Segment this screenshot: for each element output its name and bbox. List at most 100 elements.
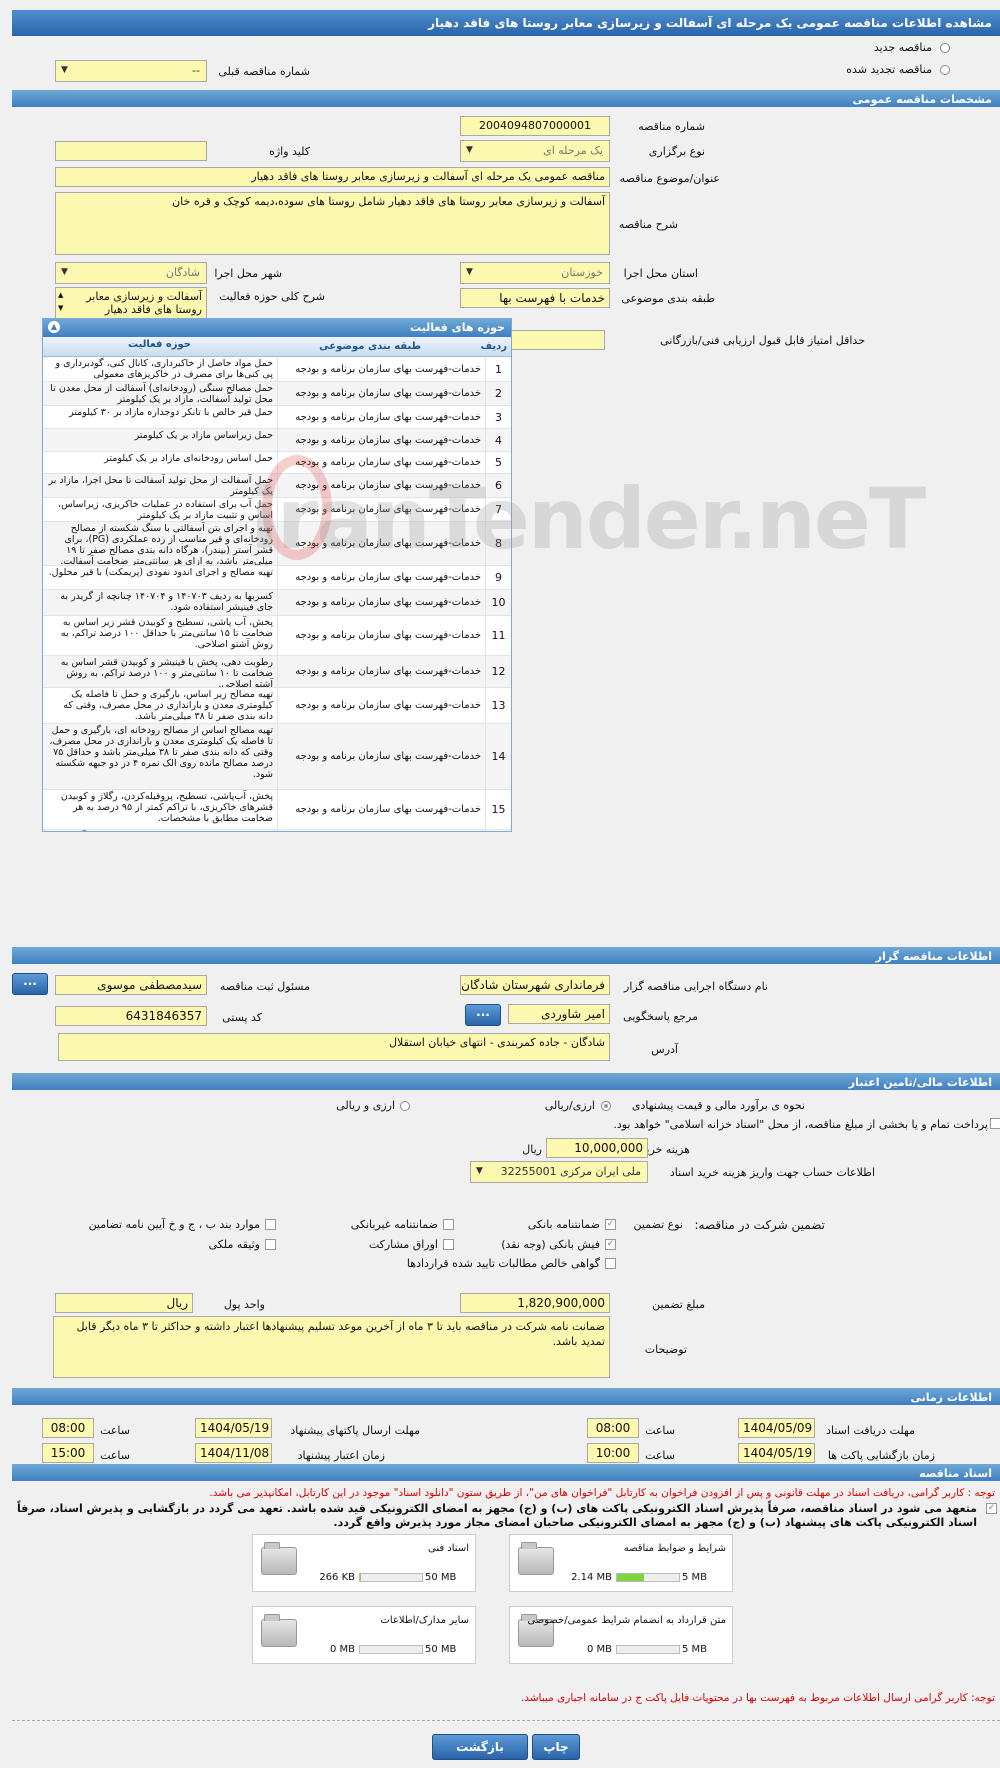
file-box[interactable]: شرایط و ضوابط مناقصه 5 MB 2.14 MB bbox=[509, 1534, 733, 1592]
file-max: 5 MB bbox=[682, 1644, 708, 1655]
row-field: حمل مواد حاصل از خاکبرداری، کانال کنی، گ… bbox=[55, 358, 273, 380]
postal-field: 6431846357 bbox=[55, 1006, 207, 1026]
amount-field: 1,820,900,000 bbox=[460, 1293, 610, 1313]
account-select[interactable]: ملی ایران مرکزی 32255001 ▼ bbox=[470, 1161, 648, 1183]
chevron-down-icon: ▼ bbox=[476, 1166, 483, 1176]
tender-number-label: شماره مناقصه bbox=[638, 120, 705, 133]
row-field: حمل آب برای استفاده در عملیات خاکریزی، ز… bbox=[58, 499, 273, 521]
docs-note: توجه : کاربر گرامی، دریافت اسناد در مهلت… bbox=[209, 1487, 995, 1499]
general-header: مشخصات مناقصه عمومی bbox=[12, 90, 1000, 107]
activity-grid: حوزه های فعالیت ▲ ردیف طبقه بندی موضوعی ح… bbox=[42, 318, 512, 832]
tender-number-field: 2004094807000001 bbox=[460, 116, 610, 136]
reference-label: مرجع پاسخگویی bbox=[623, 1010, 698, 1023]
file-name: سایر مدارک/اطلاعات bbox=[380, 1615, 469, 1626]
divider bbox=[12, 1720, 1000, 1721]
keyword-field[interactable] bbox=[55, 141, 207, 161]
file-max: 50 MB bbox=[425, 1644, 457, 1655]
watermark-logo bbox=[262, 455, 332, 560]
guarantee-checkbox[interactable] bbox=[443, 1219, 454, 1230]
open-label: زمان بازگشایی پاکت ها bbox=[827, 1449, 935, 1462]
row-field: پخش، آب پاشی، تسطیح و کوبیدن قشر زیر اسا… bbox=[60, 617, 273, 650]
organizer-header: اطلاعات مناقصه گزار bbox=[12, 947, 1000, 964]
open-time: 10:00 bbox=[587, 1443, 639, 1463]
guarantee-checkbox[interactable]: ✓ bbox=[605, 1219, 616, 1230]
reference-more-button[interactable]: ... bbox=[465, 1004, 501, 1026]
file-box[interactable]: اسناد فنی 50 MB 266 KB bbox=[252, 1534, 476, 1592]
scroll-arrows-icon: ▲ ▼ bbox=[58, 291, 64, 312]
row-field: تهیه و اجرای بتن آسفالتی با سنگ شکسته از… bbox=[60, 523, 273, 565]
valid-date: 1404/11/08 bbox=[195, 1443, 272, 1463]
folder-icon bbox=[261, 1614, 297, 1647]
row-category: خدمات-فهرست بهای سازمان برنامه و بودجه bbox=[277, 656, 485, 687]
commit-text: متعهد می شود در اسناد مناقصه، صرفاً پذیر… bbox=[17, 1502, 977, 1529]
rial-fx-label: ارزی/ریالی bbox=[544, 1099, 595, 1112]
guarantee-checkbox[interactable] bbox=[605, 1258, 616, 1269]
fx-and-rial-label: ارزی و ریالی bbox=[336, 1099, 395, 1112]
notes-label: توضیحات bbox=[644, 1343, 687, 1356]
table-row: 3 خدمات-فهرست بهای سازمان برنامه و بودجه ح… bbox=[43, 406, 511, 429]
guarantee-checkbox[interactable] bbox=[265, 1219, 276, 1230]
scope-label: شرح کلی حوزه فعالیت bbox=[219, 290, 325, 303]
row-field: خاکبرداری در زمین نوع I و حمل مواد حاصله… bbox=[43, 830, 277, 831]
file-box[interactable]: سایر مدارک/اطلاعات 50 MB 0 MB bbox=[252, 1606, 476, 1664]
province-select[interactable]: خوزستان ▼ bbox=[460, 262, 610, 284]
prev-number-label: شماره مناقصه قبلی bbox=[218, 65, 310, 78]
row-field: کسربها به ردیف ۱۴۰۷۰۳ و ۱۴۰۷۰۴ چنانچه از… bbox=[60, 591, 273, 613]
collapse-icon[interactable]: ▲ bbox=[48, 321, 60, 333]
type-select[interactable]: یک مرحله ای ▼ bbox=[460, 140, 610, 162]
row-number: 10 bbox=[485, 590, 511, 615]
row-field: حمل آسفالت از محل تولید آسفالت تا محل اج… bbox=[48, 475, 273, 497]
keyword-label: کلید واژه bbox=[269, 145, 310, 158]
renewed-tender-radio[interactable] bbox=[940, 65, 950, 75]
guarantee-checkbox[interactable]: ✓ bbox=[605, 1239, 616, 1250]
send-time: 08:00 bbox=[42, 1418, 94, 1438]
table-row: 15 خدمات-فهرست بهای سازمان برنامه و بودجه… bbox=[43, 790, 511, 830]
rial-fx-radio[interactable] bbox=[601, 1101, 611, 1111]
row-category: خدمات-فهرست بهای سازمان برنامه و بودجه bbox=[277, 616, 485, 655]
doc-cost-field: 10,000,000 bbox=[546, 1138, 648, 1158]
col-row: ردیف bbox=[480, 341, 507, 352]
chevron-down-icon: ▼ bbox=[466, 267, 473, 277]
guarantee-item-label: گواهی خالص مطالبات تایید شده قراردادها bbox=[406, 1257, 600, 1270]
time-label-3: ساعت bbox=[645, 1449, 675, 1462]
file-box[interactable]: متن قرارداد به انضمام شرایط عمومی/خصوصی 5… bbox=[509, 1606, 733, 1664]
scope-field[interactable]: آسفالت و زیرسازی معابر روستا های فاقد ده… bbox=[55, 287, 207, 319]
print-button[interactable]: چاپ bbox=[532, 1734, 580, 1760]
docs-header: اسناد مناقصه bbox=[12, 1464, 1000, 1481]
table-row: 13 خدمات-فهرست بهای سازمان برنامه و بودجه… bbox=[43, 688, 511, 724]
back-button[interactable]: بازگشت bbox=[432, 1734, 528, 1760]
guarantee-checkbox[interactable] bbox=[265, 1239, 276, 1250]
row-number: 13 bbox=[485, 688, 511, 723]
guarantee-item-label: اوراق مشارکت bbox=[368, 1238, 438, 1251]
treasury-text: پرداخت تمام و یا بخشی از مبلغ مناقصه، از… bbox=[613, 1118, 988, 1131]
row-field: تهیه مصالح اساس از مصالح رودخانه ای، بار… bbox=[49, 725, 273, 780]
table-row: 9 خدمات-فهرست بهای سازمان برنامه و بودجه ت… bbox=[43, 566, 511, 590]
city-select[interactable]: شادگان ▼ bbox=[55, 262, 207, 284]
row-field: پخش، آب‌پاشی، تسطیح، پروفیله‌کردن، رگلاژ… bbox=[60, 791, 273, 824]
guarantee-item-label: ضمانتنامه بانکی bbox=[527, 1218, 600, 1231]
guarantee-item-label: وثیقه ملکی bbox=[208, 1238, 260, 1251]
fx-and-rial-radio[interactable] bbox=[400, 1101, 410, 1111]
file-usage-bar bbox=[616, 1645, 680, 1654]
doc-receive-label: مهلت دریافت اسناد bbox=[826, 1424, 915, 1437]
currency-label: واحد پول bbox=[223, 1298, 265, 1311]
subject-field: مناقصه عمومی یک مرحله ای آسفالت و زیرساز… bbox=[55, 167, 610, 187]
reference-field: امیر شاوردی bbox=[508, 1004, 610, 1024]
row-number: 12 bbox=[485, 656, 511, 687]
finance-header: اطلاعات مالی/تامین اعتبار bbox=[12, 1073, 1000, 1090]
file-name: متن قرارداد به انضمام شرایط عمومی/خصوصی bbox=[527, 1615, 726, 1626]
row-category: خدمات-فهرست بهای سازمان برنامه و بودجه bbox=[277, 790, 485, 829]
col-category: طبقه بندی موضوعی bbox=[319, 341, 421, 352]
prev-number-select[interactable]: -- ▼ bbox=[55, 60, 207, 82]
doc-receive-date: 1404/05/09 bbox=[738, 1418, 815, 1438]
new-tender-radio[interactable] bbox=[940, 43, 950, 53]
col-field: حوزه فعالیت bbox=[128, 339, 191, 350]
registrar-more-button[interactable]: ... bbox=[12, 973, 48, 995]
postal-label: کد پستی bbox=[222, 1011, 262, 1024]
row-category: خدمات-فهرست بهای سازمان برنامه و بودجه bbox=[277, 382, 485, 405]
chevron-down-icon: ▼ bbox=[466, 145, 473, 155]
row-field: رطوبت دهی، پخش با فینیشر و کوبیدن قشر اس… bbox=[60, 657, 273, 687]
row-number: 14 bbox=[485, 724, 511, 789]
guarantee-checkbox[interactable] bbox=[443, 1239, 454, 1250]
treasury-checkbox[interactable] bbox=[990, 1118, 1000, 1129]
